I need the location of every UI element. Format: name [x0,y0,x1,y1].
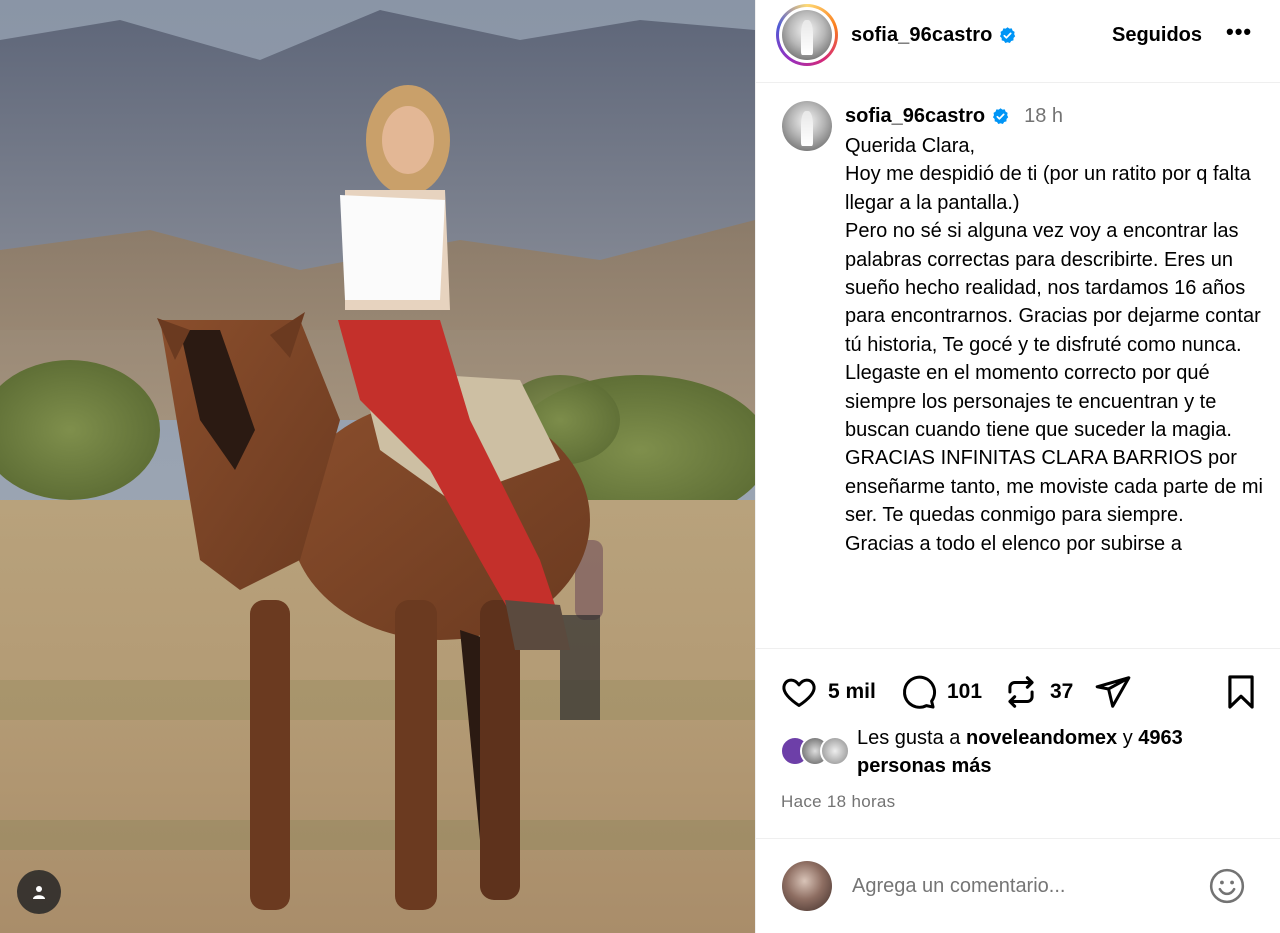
repost-count[interactable]: 37 [1050,680,1073,704]
likes-user[interactable]: noveleandomex [966,727,1117,749]
author-avatar-story-ring[interactable] [776,4,838,66]
comment-count[interactable]: 101 [947,680,982,704]
verified-badge-icon [993,108,1009,124]
person-icon [33,886,45,899]
bookmark-icon [1228,675,1254,709]
caption-username[interactable]: sofia_96castro [845,105,985,128]
likes-suffix[interactable]: personas más [857,755,992,777]
following-button[interactable]: Seguidos [1112,24,1202,47]
more-options-icon[interactable]: ••• [1226,21,1256,48]
like-count[interactable]: 5 mil [828,680,876,704]
likes-connector: y [1122,727,1133,749]
caption-time[interactable]: 18 h [1024,105,1063,128]
comment-button[interactable]: 101 [899,673,982,711]
caption-header: sofia_96castro 18 h [845,105,1063,128]
caption-text: Querida Clara, Hoy me despidió de ti (po… [845,135,1263,555]
likes-text: Les gusta a noveleandomex y 4963 persona… [857,724,1257,780]
current-user-avatar [782,861,832,911]
likes-prefix: Les gusta a [857,727,961,749]
caption-author-avatar[interactable] [782,101,832,151]
paper-plane-icon [1095,676,1131,708]
comment-composer [756,838,1280,933]
smiley-icon[interactable] [1208,867,1246,905]
author-username[interactable]: sofia_96castro [851,24,992,47]
speech-bubble-icon [902,675,937,709]
post-header: sofia_96castro Seguidos ••• [756,0,1280,83]
save-button[interactable] [1222,673,1260,711]
post-media[interactable] [0,0,755,933]
author-avatar [782,10,832,60]
repost-icon [1008,676,1034,708]
tagged-people-button[interactable] [17,870,61,914]
share-button[interactable] [1094,673,1132,711]
verified-badge-icon [1000,27,1016,43]
liker-avatar [820,736,850,766]
comment-input[interactable] [852,875,1182,898]
heart-icon [782,678,816,707]
post-photo [0,0,755,933]
author-username-row[interactable]: sofia_96castro [851,24,1017,47]
caption-section: sofia_96castro 18 h Querida Clara, Hoy m… [756,83,1280,648]
post-details-panel: sofia_96castro Seguidos ••• sofia_96cast… [755,0,1280,933]
repost-button[interactable]: 37 [1002,673,1073,711]
post-timestamp[interactable]: Hace 18 horas [781,792,895,812]
liker-avatars [780,736,854,766]
likes-count[interactable]: 4963 [1138,727,1183,749]
like-button[interactable]: 5 mil [780,673,876,711]
